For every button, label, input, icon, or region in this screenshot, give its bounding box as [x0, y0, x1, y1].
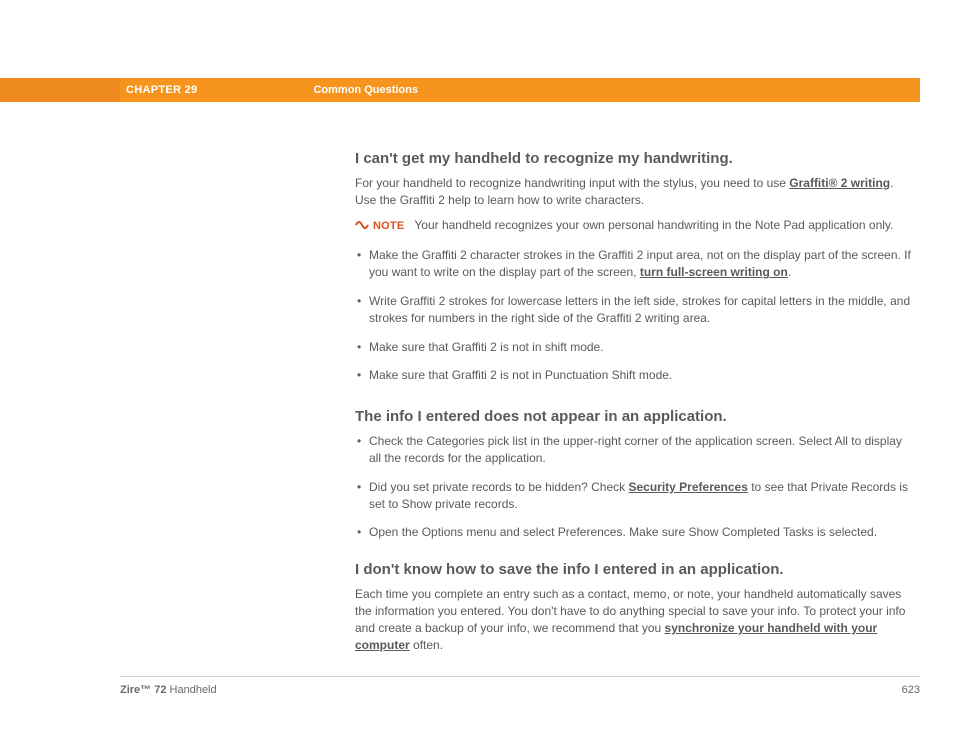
- heading-save-info: I don't know how to save the info I ente…: [355, 559, 915, 580]
- note-icon: [355, 219, 369, 236]
- list-item: Check the Categories pick list in the up…: [355, 433, 915, 467]
- footer: Zire™ 72 Handheld 623: [120, 684, 920, 696]
- footer-rule: [120, 676, 920, 677]
- chapter-label: CHAPTER 29: [126, 84, 197, 96]
- link-graffiti2-writing[interactable]: Graffiti® 2 writing: [789, 176, 890, 190]
- page-number: 623: [902, 684, 920, 696]
- list-item: Make the Graffiti 2 character strokes in…: [355, 247, 915, 281]
- header-right-gap: [920, 78, 954, 102]
- header-accent: [0, 78, 120, 102]
- list-item: Write Graffiti 2 strokes for lowercase l…: [355, 293, 915, 327]
- note-row: NOTE Your handheld recognizes your own p…: [355, 217, 915, 236]
- list-info-missing: Check the Categories pick list in the up…: [355, 433, 915, 541]
- note-body: Your handheld recognizes your own person…: [414, 218, 893, 232]
- link-security-preferences[interactable]: Security Preferences: [628, 480, 747, 494]
- product-rest: Handheld: [166, 684, 216, 696]
- list-item: Did you set private records to be hidden…: [355, 479, 915, 513]
- text: For your handheld to recognize handwriti…: [355, 176, 789, 190]
- link-fullscreen-writing[interactable]: turn full-screen writing on: [640, 265, 788, 279]
- product-name: Zire™ 72 Handheld: [120, 684, 217, 696]
- content-area: I can't get my handheld to recognize my …: [355, 148, 915, 661]
- product-bold: Zire™ 72: [120, 684, 166, 696]
- para-handwriting-intro: For your handheld to recognize handwriti…: [355, 175, 915, 209]
- heading-handwriting: I can't get my handheld to recognize my …: [355, 148, 915, 169]
- header-bar: CHAPTER 29 Common Questions: [0, 78, 954, 102]
- list-item: Make sure that Graffiti 2 is not in shif…: [355, 339, 915, 356]
- list-item: Open the Options menu and select Prefere…: [355, 524, 915, 541]
- section-title: Common Questions: [313, 84, 418, 96]
- header-main: CHAPTER 29 Common Questions: [120, 78, 920, 102]
- text: Did you set private records to be hidden…: [369, 480, 628, 494]
- text: often.: [410, 638, 443, 652]
- list-handwriting: Make the Graffiti 2 character strokes in…: [355, 247, 915, 384]
- para-save-info: Each time you complete an entry such as …: [355, 586, 915, 653]
- note-label: NOTE: [373, 220, 404, 232]
- list-item: Make sure that Graffiti 2 is not in Punc…: [355, 367, 915, 384]
- text: .: [788, 265, 791, 279]
- heading-info-missing: The info I entered does not appear in an…: [355, 406, 915, 427]
